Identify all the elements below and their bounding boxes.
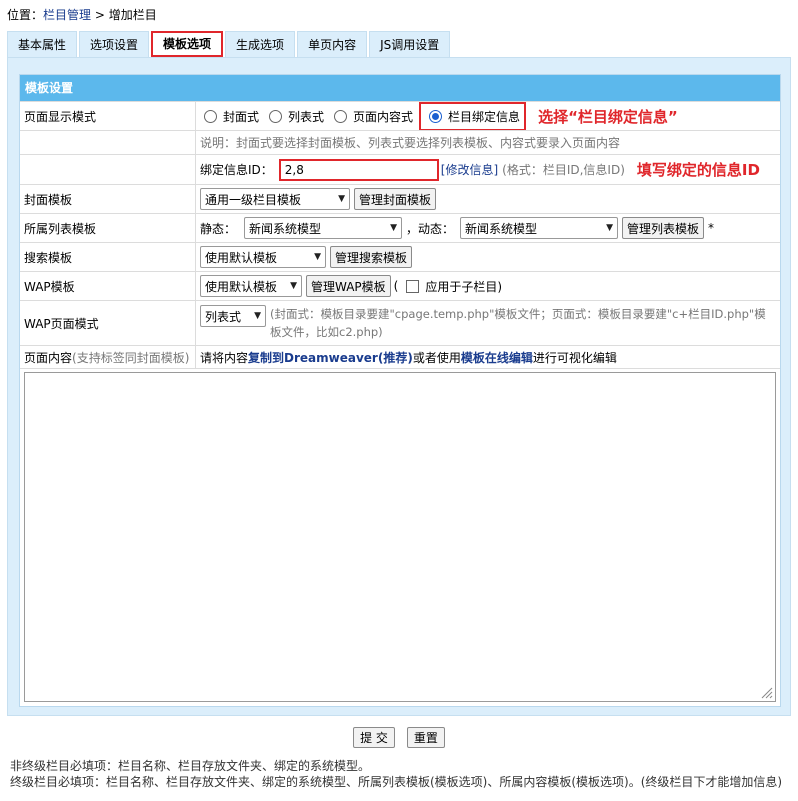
radio-bind-info[interactable]: 栏目绑定信息 — [419, 101, 527, 131]
paren-open: ( — [393, 279, 399, 293]
wap-page-mode-select[interactable]: 列表式 ▼ — [200, 305, 266, 327]
resize-grip-icon[interactable] — [761, 687, 773, 699]
breadcrumb-separator: > — [91, 8, 109, 22]
bind-info-hint: (格式：栏目ID,信息ID) — [502, 163, 625, 177]
breadcrumb: 位置：栏目管理 > 增加栏目 — [7, 6, 157, 23]
footer-note-nonfinal: 非终级栏目必填项：栏目名称、栏目存放文件夹、绑定的系统模型。 — [10, 759, 371, 773]
row-display-mode: 页面显示模式 封面式 列表式 页面内容式 栏目绑定信息 选择“栏目绑定信息” — [20, 101, 780, 131]
chevron-down-icon: ▼ — [338, 194, 345, 204]
footer-note-final: 终级栏目必填项：栏目名称、栏目存放文件夹、绑定的系统模型、所属列表模板(模板选项… — [10, 775, 783, 789]
row-bind-info: 绑定信息ID： 2,8 [修改信息] (格式：栏目ID,信息ID) 填写绑定的信… — [20, 154, 780, 184]
apply-to-children-checkbox[interactable] — [406, 279, 420, 293]
dynamic-label: ，动态： — [406, 221, 455, 236]
radio-page-content[interactable]: 页面内容式 — [330, 108, 413, 125]
breadcrumb-prefix: 位置： — [7, 8, 44, 22]
radio-circle-selected[interactable] — [429, 109, 443, 123]
tab-basic[interactable]: 基本属性 — [7, 31, 78, 57]
manage-search-template-button[interactable]: 管理搜索模板 — [330, 246, 413, 268]
tab-single-page[interactable]: 单页内容 — [297, 31, 368, 57]
chevron-down-icon: ▼ — [254, 311, 261, 321]
online-edit-template-link[interactable]: 模板在线编辑 — [461, 349, 533, 366]
required-mark: * — [708, 221, 715, 235]
row-note: 说明：封面式要选择封面模板、列表式要选择列表模板、内容式要录入页面内容 — [20, 130, 780, 154]
copy-to-dreamweaver-link[interactable]: 复制到Dreamweaver(推荐) — [248, 349, 413, 366]
search-template-label: 搜索模板 — [20, 243, 196, 271]
static-list-template-select[interactable]: 新闻系统模型 ▼ — [244, 217, 403, 239]
submit-button[interactable]: 提 交 — [353, 727, 395, 748]
radio-list[interactable]: 列表式 — [265, 108, 324, 125]
page-content-note: (支持标签同封面模板) — [72, 350, 190, 365]
static-label: 静态： — [200, 221, 237, 236]
mode-note: 说明：封面式要选择封面模板、列表式要选择列表模板、内容式要录入页面内容 — [200, 136, 621, 150]
manage-cover-template-button[interactable]: 管理封面模板 — [354, 188, 437, 210]
chevron-down-icon: ▼ — [314, 252, 321, 262]
display-mode-label: 页面显示模式 — [20, 102, 196, 130]
section-title: 模板设置 — [20, 75, 780, 101]
bind-info-label: 绑定信息ID： — [200, 163, 273, 177]
bind-info-input[interactable]: 2,8 — [278, 158, 439, 181]
tab-js-call[interactable]: JS调用设置 — [369, 31, 451, 57]
chevron-down-icon: ▼ — [606, 223, 614, 233]
row-cover-template: 封面模板 通用一级栏目模板 ▼ 管理封面模板 — [20, 184, 780, 213]
row-search-template: 搜索模板 使用默认模板 ▼ 管理搜索模板 — [20, 242, 780, 271]
page-content-textarea[interactable] — [24, 372, 776, 702]
radio-cover[interactable]: 封面式 — [200, 108, 259, 125]
chevron-down-icon: ▼ — [390, 223, 398, 233]
reset-button[interactable]: 重置 — [406, 727, 445, 748]
page-content-label: 页面内容 (支持标签同封面模板) — [20, 346, 196, 368]
template-settings-table: 模板设置 页面显示模式 封面式 列表式 页面内容式 栏目绑定信息 选择“栏目绑定… — [19, 74, 781, 707]
radio-circle[interactable] — [204, 109, 217, 123]
wap-page-mode-desc: (封面式：模板目录要建"cpage.temp.php"模板文件；页面式：模板目录… — [270, 307, 766, 339]
form-actions: 提 交 重置 — [0, 727, 798, 748]
tab-bar: 基本属性 选项设置 模板选项 生成选项 单页内容 JS调用设置 — [7, 31, 452, 57]
search-template-select[interactable]: 使用默认模板 ▼ — [200, 246, 326, 268]
wap-template-label: WAP模板 — [20, 272, 196, 300]
breadcrumb-current: 增加栏目 — [108, 8, 157, 22]
tab-panel: 模板设置 页面显示模式 封面式 列表式 页面内容式 栏目绑定信息 选择“栏目绑定… — [7, 57, 791, 716]
tab-template-options[interactable]: 模板选项 — [151, 31, 224, 57]
dynamic-list-template-select[interactable]: 新闻系统模型 ▼ — [460, 217, 619, 239]
footer-notes: 非终级栏目必填项：栏目名称、栏目存放文件夹、绑定的系统模型。 终级栏目必填项：栏… — [10, 758, 782, 790]
apply-to-children-label: 应用于子栏目) — [425, 279, 503, 294]
manage-list-template-button[interactable]: 管理列表模板 — [622, 217, 705, 239]
list-template-label: 所属列表模板 — [20, 214, 196, 242]
row-wap-page-mode: WAP页面模式 列表式 ▼ (封面式：模板目录要建"cpage.temp.php"… — [20, 300, 780, 345]
row-wap-template: WAP模板 使用默认模板 ▼ 管理WAP模板 ( 应用于子栏目) — [20, 271, 780, 300]
tab-options[interactable]: 选项设置 — [79, 31, 150, 57]
wap-page-mode-label: WAP页面模式 — [20, 301, 196, 345]
wap-template-select[interactable]: 使用默认模板 ▼ — [200, 275, 302, 297]
chevron-down-icon: ▼ — [290, 281, 297, 291]
cover-template-label: 封面模板 — [20, 185, 196, 213]
cover-template-select[interactable]: 通用一级栏目模板 ▼ — [200, 188, 350, 210]
row-list-template: 所属列表模板 静态： 新闻系统模型 ▼ ，动态： 新闻系统模型 ▼ 管理列表模板 * — [20, 213, 780, 242]
breadcrumb-link-column-manage[interactable]: 栏目管理 — [43, 8, 91, 22]
annotation-fill-id: 填写绑定的信息ID — [636, 161, 760, 179]
radio-circle[interactable] — [334, 109, 348, 123]
manage-wap-template-button[interactable]: 管理WAP模板 — [306, 275, 391, 297]
modify-info-link[interactable]: [修改信息] — [441, 161, 498, 178]
row-page-content: 页面内容 (支持标签同封面模板) 请将内容 复制到Dreamweaver(推荐) 或者… — [20, 345, 780, 369]
annotation-select-bind: 选择“栏目绑定信息” — [538, 107, 678, 126]
tab-generate[interactable]: 生成选项 — [225, 31, 296, 57]
radio-circle[interactable] — [269, 109, 283, 123]
